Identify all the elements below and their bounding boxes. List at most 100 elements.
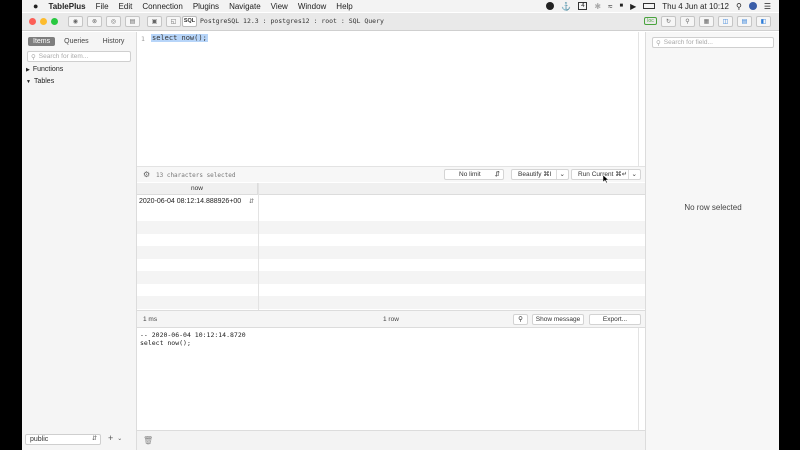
selection-info: 13 characters selected bbox=[156, 172, 236, 179]
beautify-button[interactable]: Beautify ⌘I ⌄ bbox=[511, 169, 569, 180]
preview-icon[interactable]: ◎ bbox=[106, 16, 121, 27]
tree-item-label: Functions bbox=[32, 66, 64, 73]
tab-items[interactable]: Items bbox=[28, 37, 56, 46]
menu-window[interactable]: Window bbox=[298, 2, 326, 11]
menu-navigate[interactable]: Navigate bbox=[229, 2, 261, 11]
updown-arrow-icon[interactable]: ⇵ bbox=[249, 198, 254, 205]
user-icon[interactable] bbox=[748, 2, 757, 10]
row-count: 1 row bbox=[383, 316, 399, 323]
message-log[interactable]: -- 2020-06-04 10:12:14.8720 select now()… bbox=[137, 328, 639, 430]
no-row-selected-text: No row selected bbox=[684, 203, 742, 212]
row-detail-pane: ⚲ Search for field... No row selected bbox=[645, 32, 779, 450]
gear-icon[interactable]: ⚙ bbox=[143, 170, 150, 179]
menu-help[interactable]: Help bbox=[336, 2, 352, 11]
trash-icon[interactable]: 🗑 bbox=[143, 436, 153, 445]
edit-icon[interactable]: ▤ bbox=[125, 16, 140, 27]
results-grid: now 2020-06-04 08:12:14.888926+00 ⇵ bbox=[137, 183, 645, 310]
export-button[interactable]: Export... bbox=[589, 314, 641, 325]
battery-icon[interactable] bbox=[643, 3, 656, 9]
field-search-input[interactable]: ⚲ Search for field... bbox=[652, 37, 774, 48]
menu-plugins[interactable]: Plugins bbox=[193, 2, 219, 11]
grid-icon[interactable]: ▦ bbox=[699, 16, 714, 27]
beautify-label: Beautify ⌘I bbox=[518, 171, 552, 178]
record-icon[interactable] bbox=[546, 2, 555, 10]
toggle-left-panel-icon[interactable]: ◫ bbox=[718, 16, 733, 27]
collapsed-arrow-icon: ▶ bbox=[26, 66, 30, 73]
log-toolbar: 🗑 bbox=[137, 430, 645, 450]
empty-row bbox=[137, 246, 645, 259]
field-search-placeholder: Search for field... bbox=[663, 39, 713, 46]
chevron-down-icon[interactable]: ⌄ bbox=[627, 170, 637, 179]
menu-bar: ● TablePlus File Edit Connection Plugins… bbox=[22, 0, 779, 12]
chevron-down-icon[interactable]: ⌄ bbox=[117, 433, 122, 445]
show-message-button[interactable]: Show message bbox=[532, 314, 584, 325]
toolbar-right-group: loc ↻ ⚲ ▦ ◫ ▤ ◧ bbox=[644, 16, 771, 27]
menu-file[interactable]: File bbox=[96, 2, 109, 11]
query-text[interactable]: select now(); bbox=[151, 34, 208, 42]
window-toolbar: ◉ ⊗ ◎ ▤ ▣ ◱ SQL PostgreSQL 12.3 : postgr… bbox=[22, 13, 779, 31]
volume-icon[interactable]: ▶ bbox=[630, 2, 636, 11]
add-button[interactable]: + bbox=[108, 433, 113, 445]
results-footer: 1 ms 1 row ⚲ Show message Export... bbox=[137, 310, 645, 328]
log-line: select now(); bbox=[140, 339, 191, 347]
window-controls bbox=[29, 18, 58, 25]
clock[interactable]: Thu 4 Jun at 10:12 bbox=[662, 2, 729, 11]
empty-row bbox=[137, 271, 645, 284]
search-icon: ⚲ bbox=[656, 39, 661, 47]
menu-tableplus[interactable]: TablePlus bbox=[48, 2, 85, 11]
spotlight-icon[interactable]: ⚲ bbox=[736, 2, 742, 11]
toolbar-left-group: ◉ ⊗ ◎ ▤ ▣ ◱ bbox=[68, 16, 181, 27]
sql-button[interactable]: SQL bbox=[182, 16, 197, 27]
query-time: 1 ms bbox=[143, 316, 158, 323]
results-header: now bbox=[137, 183, 645, 195]
stop-icon[interactable]: ⊗ bbox=[87, 16, 102, 27]
tab-queries[interactable]: Queries bbox=[59, 37, 94, 46]
table-row[interactable]: 2020-06-04 08:12:14.888926+00 ⇵ bbox=[137, 196, 645, 209]
search-icon: ⚲ bbox=[518, 316, 523, 323]
bluetooth-icon[interactable]: ✱ bbox=[594, 2, 601, 11]
toggle-bottom-panel-icon[interactable]: ▤ bbox=[737, 16, 752, 27]
schema-select[interactable]: public ⇵ bbox=[25, 434, 101, 445]
wifi-icon[interactable]: ≈ bbox=[608, 2, 612, 11]
line-number: 1 bbox=[141, 35, 145, 43]
column-divider bbox=[258, 183, 259, 310]
menu-view[interactable]: View bbox=[271, 2, 288, 11]
minimize-window-button[interactable] bbox=[40, 18, 47, 25]
tree-item-tables[interactable]: ▼ Tables bbox=[26, 78, 54, 85]
schema-value: public bbox=[30, 436, 49, 443]
search-icon[interactable]: ⚲ bbox=[680, 16, 695, 27]
connection-icon[interactable]: ◉ bbox=[68, 16, 83, 27]
menu-edit[interactable]: Edit bbox=[119, 2, 133, 11]
empty-row bbox=[137, 221, 645, 234]
docker-icon[interactable]: ⚓ bbox=[561, 2, 571, 11]
sql-editor[interactable]: 1 select now(); bbox=[137, 32, 639, 166]
toggle-right-panel-icon[interactable]: ◧ bbox=[756, 16, 771, 27]
apple-icon[interactable]: ● bbox=[33, 1, 38, 11]
database-icon[interactable]: ◱ bbox=[166, 16, 181, 27]
tree-item-functions[interactable]: ▶ Functions bbox=[26, 66, 63, 73]
control-center-icon[interactable]: ☰ bbox=[764, 2, 771, 11]
updown-arrow-icon: ⇵ bbox=[494, 171, 500, 178]
chevron-down-icon[interactable]: ⌄ bbox=[555, 170, 565, 179]
desktop-number-icon[interactable]: 4 bbox=[578, 2, 588, 10]
sidebar-tabs: Items Queries History bbox=[28, 37, 129, 46]
status-tray: ⚓ 4 ✱ ≈ ■ ▶ Thu 4 Jun at 10:12 ⚲ ☰ bbox=[546, 0, 771, 12]
column-header-now[interactable]: now bbox=[137, 183, 258, 195]
limit-select[interactable]: No limit ⇵ bbox=[444, 169, 504, 180]
left-sidebar: Items Queries History ⚲ Search for item.… bbox=[22, 32, 137, 450]
reload-icon[interactable]: ↻ bbox=[661, 16, 676, 27]
lock-icon[interactable]: ▣ bbox=[147, 16, 162, 27]
updown-arrow-icon: ⇵ bbox=[91, 436, 97, 442]
menu-connection[interactable]: Connection bbox=[142, 2, 182, 11]
flag-icon[interactable]: ■ bbox=[619, 3, 623, 9]
expanded-arrow-icon: ▼ bbox=[26, 78, 31, 85]
close-window-button[interactable] bbox=[29, 18, 36, 25]
limit-value: No limit bbox=[459, 171, 481, 178]
tab-history[interactable]: History bbox=[98, 37, 130, 46]
item-search-input[interactable]: ⚲ Search for item... bbox=[27, 51, 131, 62]
cell-now[interactable]: 2020-06-04 08:12:14.888926+00 bbox=[139, 198, 241, 205]
search-results-button[interactable]: ⚲ bbox=[513, 314, 528, 325]
zoom-window-button[interactable] bbox=[51, 18, 58, 25]
log-line: -- 2020-06-04 10:12:14.8720 bbox=[140, 331, 246, 339]
tree-item-label: Tables bbox=[33, 78, 55, 85]
